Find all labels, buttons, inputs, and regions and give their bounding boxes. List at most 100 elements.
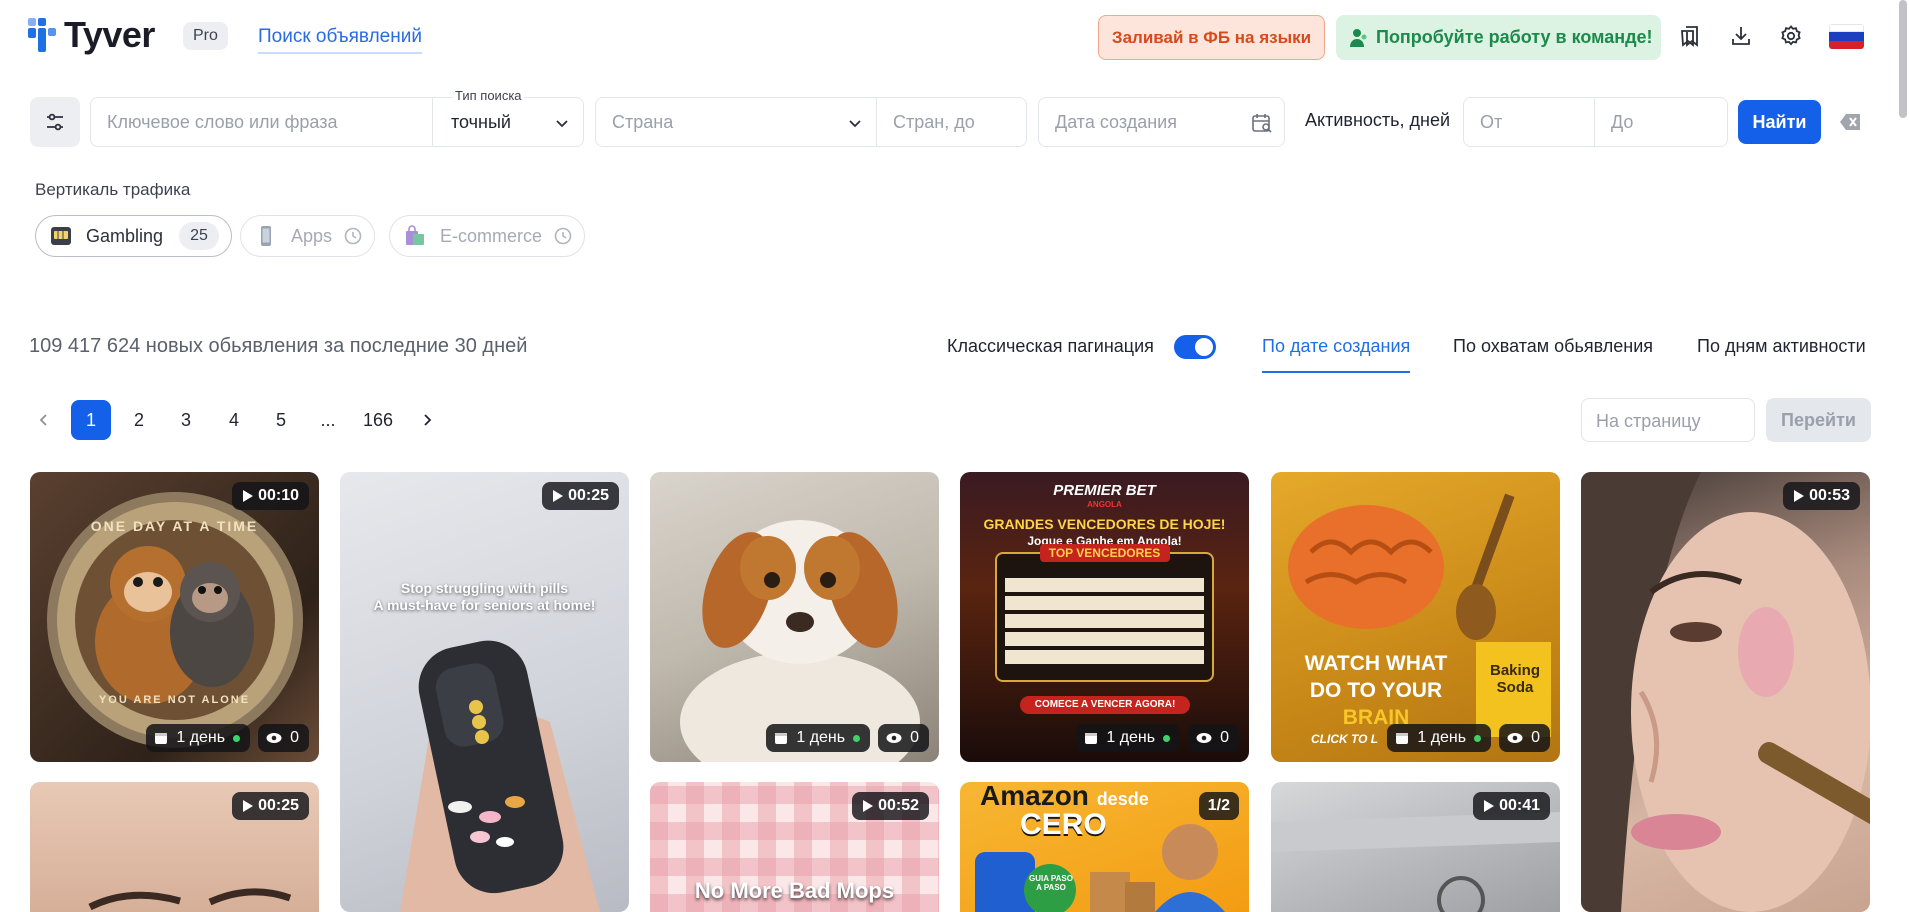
brand-logo: PREMIER BET bbox=[1053, 482, 1156, 499]
go-button[interactable]: Перейти bbox=[1766, 398, 1871, 442]
ad-text-line: WATCH WHAT bbox=[1304, 652, 1448, 675]
ad-card[interactable]: 1 день 0 bbox=[650, 472, 939, 762]
duration-badge: 00:41 bbox=[1473, 792, 1550, 820]
winners-table: TOP VENCEDORES bbox=[995, 544, 1214, 682]
clock-icon bbox=[554, 227, 572, 245]
coin-bottom-text: YOU ARE NOT ALONE bbox=[98, 694, 251, 706]
logo[interactable]: Tyver bbox=[28, 16, 155, 54]
calendar-icon bbox=[1396, 733, 1409, 744]
page-5[interactable]: 5 bbox=[261, 400, 301, 440]
ad-text-line: DO TO YOUR bbox=[1309, 679, 1443, 702]
team-icon bbox=[1350, 29, 1367, 47]
ad-card[interactable]: 00:25 bbox=[30, 782, 319, 912]
activity-from-placeholder: От bbox=[1480, 112, 1503, 132]
download-icon[interactable] bbox=[1727, 22, 1755, 50]
calendar-icon bbox=[775, 733, 788, 744]
vertical-chip-ecommerce[interactable]: E-commerce bbox=[389, 215, 586, 257]
sort-by-active-days[interactable]: По дням активности bbox=[1697, 336, 1866, 357]
country-select[interactable]: Страна bbox=[595, 97, 877, 147]
age-pill: 1 день bbox=[1076, 724, 1181, 752]
search-type-value: точный bbox=[451, 112, 511, 132]
ad-card[interactable]: Stop struggling with pills A must-have f… bbox=[340, 472, 629, 912]
chip-label: Gambling bbox=[86, 225, 164, 246]
ad-card[interactable]: 00:41 bbox=[1271, 782, 1560, 912]
ad-overlay-text: No More Bad Mops bbox=[694, 878, 895, 903]
find-button[interactable]: Найти bbox=[1738, 100, 1821, 144]
card-meta: 1 день 0 bbox=[766, 724, 929, 752]
calendar-icon bbox=[1085, 733, 1098, 744]
ad-overlay-text: WATCH WHAT DO TO YOUR BRAIN bbox=[1281, 650, 1471, 731]
pro-badge: Pro bbox=[183, 22, 228, 50]
fb-languages-promo-button[interactable]: Заливай в ФБ на языки bbox=[1098, 15, 1325, 60]
bookmarks-icon[interactable] bbox=[1676, 22, 1704, 50]
coin-top-text: ONE DAY AT A TIME bbox=[90, 518, 259, 534]
keyword-placeholder: Ключевое слово или фраза bbox=[107, 112, 338, 132]
views-pill: 0 bbox=[878, 724, 929, 752]
eye-icon bbox=[1507, 733, 1523, 743]
eye-icon bbox=[886, 733, 902, 743]
calendar-icon bbox=[155, 733, 168, 744]
chevron-left-icon[interactable] bbox=[36, 412, 52, 428]
age-text: 1 день bbox=[1417, 729, 1467, 746]
team-promo-button[interactable]: Попробуйте работу в команде! bbox=[1336, 15, 1661, 60]
top-header: Tyver Pro Поиск объявлений Заливай в ФБ … bbox=[0, 0, 1909, 76]
page-3[interactable]: 3 bbox=[166, 400, 206, 440]
settings-icon[interactable] bbox=[1777, 22, 1805, 50]
winners-rows bbox=[1005, 578, 1204, 668]
winners-table-title: TOP VENCEDORES bbox=[1039, 544, 1170, 562]
ad-thumbnail bbox=[47, 492, 303, 748]
baking-soda-label: Baking Soda bbox=[1489, 662, 1540, 696]
flag-ru-icon[interactable] bbox=[1829, 24, 1864, 49]
page-2[interactable]: 2 bbox=[119, 400, 159, 440]
ad-card[interactable]: 00:53 bbox=[1581, 472, 1870, 912]
search-type-select[interactable]: Тип поиска точный bbox=[432, 88, 584, 147]
ad-card[interactable]: WATCH WHAT DO TO YOUR BRAIN Baking Soda … bbox=[1271, 472, 1560, 762]
card-meta: 1 день 0 bbox=[146, 724, 309, 752]
ad-cta: COMECE A VENCER AGORA! bbox=[1020, 696, 1190, 714]
sort-by-date[interactable]: По дате создания bbox=[1262, 336, 1411, 373]
clear-filters-icon[interactable] bbox=[1840, 113, 1862, 131]
sort-by-reach[interactable]: По охватам обьявления bbox=[1453, 336, 1653, 357]
shopping-bags-icon bbox=[406, 225, 424, 245]
activity-to-input[interactable]: До bbox=[1594, 97, 1728, 147]
activity-from-input[interactable]: От bbox=[1463, 97, 1595, 147]
views-pill: 0 bbox=[258, 724, 309, 752]
page-scrollbar[interactable] bbox=[1899, 0, 1907, 118]
classic-pagination-toggle[interactable] bbox=[1174, 335, 1216, 359]
country-placeholder: Страна bbox=[612, 112, 674, 132]
search-ads-link[interactable]: Поиск объявлений bbox=[258, 24, 422, 54]
sliders-icon bbox=[47, 113, 63, 131]
page-1[interactable]: 1 bbox=[71, 400, 111, 440]
chevron-down-icon bbox=[556, 120, 568, 128]
keyword-input[interactable]: Ключевое слово или фраза bbox=[90, 97, 433, 147]
eye-icon bbox=[266, 733, 282, 743]
ad-headline: GRANDES VENCEDORES DE HOJE! bbox=[983, 516, 1226, 532]
ad-thumbnail bbox=[680, 520, 920, 762]
age-text: 1 день bbox=[796, 729, 846, 746]
logo-mark-icon bbox=[28, 16, 58, 54]
vertical-chip-apps[interactable]: Apps bbox=[240, 215, 376, 257]
ad-card[interactable]: PREMIER BET ANGOLA GRANDES VENCEDORES DE… bbox=[960, 472, 1249, 762]
per-page-input[interactable]: На страницу bbox=[1581, 398, 1755, 442]
filters-toggle-button[interactable] bbox=[30, 97, 80, 147]
page-last[interactable]: 166 bbox=[358, 400, 398, 440]
countries-to-placeholder: Стран, до bbox=[893, 112, 975, 132]
chevron-right-icon[interactable] bbox=[419, 412, 435, 428]
page-4[interactable]: 4 bbox=[214, 400, 254, 440]
views-text: 0 bbox=[910, 729, 919, 746]
age-text: 1 день bbox=[1106, 729, 1156, 746]
views-pill: 0 bbox=[1499, 724, 1550, 752]
ad-card[interactable]: ONE DAY AT A TIME YOU ARE NOT ALONE 00:1… bbox=[30, 472, 319, 762]
countries-to-input[interactable]: Стран, до bbox=[876, 97, 1027, 147]
ad-thumbnail bbox=[400, 640, 600, 912]
ad-card[interactable]: Amazon desde CERO GUIA PASO A PASO 1/2 bbox=[960, 782, 1249, 912]
activity-days-label: Активность, дней bbox=[1305, 110, 1451, 130]
creation-date-input[interactable]: Дата создания bbox=[1038, 97, 1285, 147]
slot-machine-icon bbox=[51, 227, 71, 245]
traffic-vertical-title: Вертикаль трафика bbox=[35, 180, 191, 199]
card-meta: 1 день 0 bbox=[1076, 724, 1239, 752]
team-promo-label: Попробуйте работу в команде! bbox=[1376, 27, 1653, 47]
chip-count-badge: 25 bbox=[179, 222, 220, 250]
ad-card[interactable]: No More Bad Mops 00:52 bbox=[650, 782, 939, 912]
vertical-chip-gambling[interactable]: Gambling 25 bbox=[35, 215, 233, 257]
